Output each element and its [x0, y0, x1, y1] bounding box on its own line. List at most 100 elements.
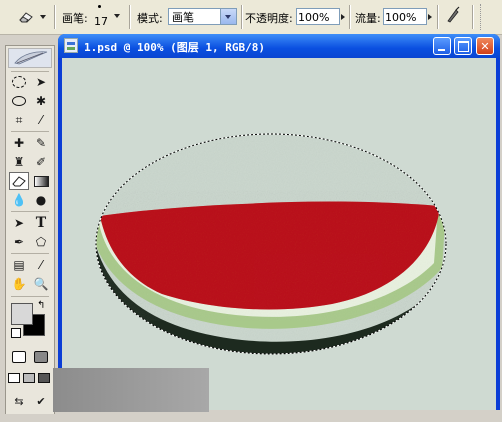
- quick-mask-icon: [34, 351, 48, 363]
- type-tool[interactable]: T: [31, 214, 51, 232]
- separator: [11, 211, 49, 212]
- swap-colors-icon[interactable]: ↰: [37, 300, 45, 311]
- path-select-icon: ➤: [13, 216, 25, 230]
- eraser-icon: [12, 176, 26, 187]
- window-icon: [38, 373, 50, 383]
- brush-icon: ✎: [35, 136, 47, 150]
- screen-mode-standard[interactable]: [7, 369, 21, 387]
- document-titlebar[interactable]: 1.psd @ 100% (图层 1, RGB/8) ✕: [58, 34, 500, 58]
- screen-mode-full[interactable]: [37, 369, 51, 387]
- opacity-value: 100%: [298, 11, 330, 24]
- opacity-label: 不透明度:: [245, 12, 293, 25]
- separator: [349, 5, 351, 29]
- window-icon: [8, 373, 20, 383]
- magic-wand-tool[interactable]: ✱: [31, 92, 51, 110]
- shape-tool[interactable]: ⬠: [31, 233, 51, 251]
- lasso-icon: [12, 96, 26, 106]
- chevron-down-icon: [40, 15, 46, 19]
- overlay-gray-block: [53, 368, 209, 412]
- chevron-right-icon: [341, 14, 345, 20]
- maximize-button[interactable]: [454, 37, 472, 55]
- marquee-icon: [12, 76, 26, 88]
- path-select-tool[interactable]: ➤: [9, 214, 29, 232]
- document-title: 1.psd @ 100% (图层 1, RGB/8): [84, 41, 265, 54]
- move-tool[interactable]: ➤: [31, 73, 51, 91]
- default-colors-icon[interactable]: [11, 328, 21, 338]
- toolbox: ➤ ✱ ⌗ ⁄ ✚ ✎ ♜ ✐ 💧 ● ➤ T ✒ ⬠ ▤ ⁄ ✋ 🔍 ↰ ⇆ …: [5, 45, 55, 415]
- foreground-color-swatch[interactable]: [11, 303, 33, 325]
- eyedropper-tool[interactable]: ⁄: [31, 256, 51, 274]
- options-bar: 画笔: 17 模式: 画笔 不透明度: 100% 流量: 100%: [0, 0, 502, 35]
- healing-brush-icon: ✚: [13, 136, 25, 150]
- image-canvas[interactable]: [62, 58, 496, 410]
- brush-dot-icon: [98, 5, 101, 8]
- pen-tool[interactable]: ✒: [9, 233, 29, 251]
- separator: [11, 296, 49, 297]
- status-strip: [0, 414, 502, 422]
- eraser-tool[interactable]: [9, 172, 29, 190]
- eraser-icon: [19, 12, 33, 23]
- separator: [129, 5, 131, 29]
- flow-value: 100%: [385, 11, 417, 24]
- gradient-icon: [33, 175, 49, 187]
- brush-size: 17: [94, 15, 108, 28]
- airbrush-button[interactable]: [444, 6, 464, 26]
- imageready-icon: ⇆: [14, 394, 24, 408]
- minimize-icon: [438, 49, 445, 51]
- close-icon: ✕: [480, 39, 490, 53]
- move-icon: ➤: [35, 75, 47, 89]
- airbrush-icon: [447, 6, 460, 23]
- history-brush-tool[interactable]: ✐: [31, 153, 51, 171]
- notes-icon: ▤: [13, 258, 25, 272]
- flow-input[interactable]: 100%: [383, 8, 427, 25]
- brush-tool[interactable]: ✎: [31, 134, 51, 152]
- canvas-artwork: [95, 133, 447, 355]
- notes-tool[interactable]: ▤: [9, 256, 29, 274]
- slice-tool[interactable]: ⁄: [31, 111, 51, 129]
- clone-stamp-tool[interactable]: ♜: [9, 153, 29, 171]
- screen-mode-full-menu[interactable]: [22, 369, 36, 387]
- dodge-tool[interactable]: ●: [31, 191, 51, 209]
- options-bar-gripper: [480, 4, 499, 30]
- checkmark-icon: ✔: [36, 394, 46, 408]
- photoshop-feather-logo[interactable]: [8, 48, 52, 68]
- document-window: 1.psd @ 100% (图层 1, RGB/8) ✕: [58, 34, 500, 410]
- jump-to-imageready-button[interactable]: ⇆: [9, 392, 29, 410]
- close-button[interactable]: ✕: [476, 37, 494, 55]
- minimize-button[interactable]: [433, 37, 451, 55]
- crop-tool[interactable]: ⌗: [9, 111, 29, 129]
- history-brush-icon: ✐: [35, 155, 47, 169]
- blur-tool[interactable]: 💧: [9, 191, 29, 209]
- healing-brush-tool[interactable]: ✚: [9, 134, 29, 152]
- chevron-down-icon: [220, 9, 236, 24]
- hand-icon: ✋: [11, 277, 27, 291]
- standard-mode-button[interactable]: [9, 348, 29, 366]
- separator: [11, 71, 49, 72]
- separator: [241, 5, 243, 29]
- mode-select[interactable]: 画笔: [168, 8, 237, 25]
- hand-tool[interactable]: ✋: [9, 275, 29, 293]
- zoom-icon: 🔍: [33, 277, 49, 291]
- lasso-tool[interactable]: [9, 92, 29, 110]
- separator: [472, 5, 474, 29]
- brush-picker[interactable]: 17: [92, 4, 122, 30]
- edit-in-imageready-button[interactable]: ✔: [31, 392, 51, 410]
- separator: [11, 131, 49, 132]
- gradient-tool[interactable]: [31, 172, 51, 190]
- separator: [11, 253, 49, 254]
- clone-stamp-icon: ♜: [13, 155, 25, 169]
- crop-icon: ⌗: [15, 112, 23, 127]
- chevron-right-icon: [428, 14, 432, 20]
- opacity-input[interactable]: 100%: [296, 8, 340, 25]
- opacity-slider-toggle[interactable]: [340, 8, 348, 25]
- pen-icon: ✒: [13, 235, 25, 249]
- feather-icon: [14, 51, 48, 65]
- quick-mask-button[interactable]: [31, 348, 51, 366]
- tool-preset-picker[interactable]: [18, 8, 48, 26]
- marquee-tool[interactable]: [9, 73, 29, 91]
- slice-icon: ⁄: [39, 113, 42, 127]
- mode-label: 模式:: [137, 12, 163, 25]
- flow-slider-toggle[interactable]: [427, 8, 435, 25]
- zoom-tool[interactable]: 🔍: [31, 275, 51, 293]
- type-icon: T: [35, 215, 47, 231]
